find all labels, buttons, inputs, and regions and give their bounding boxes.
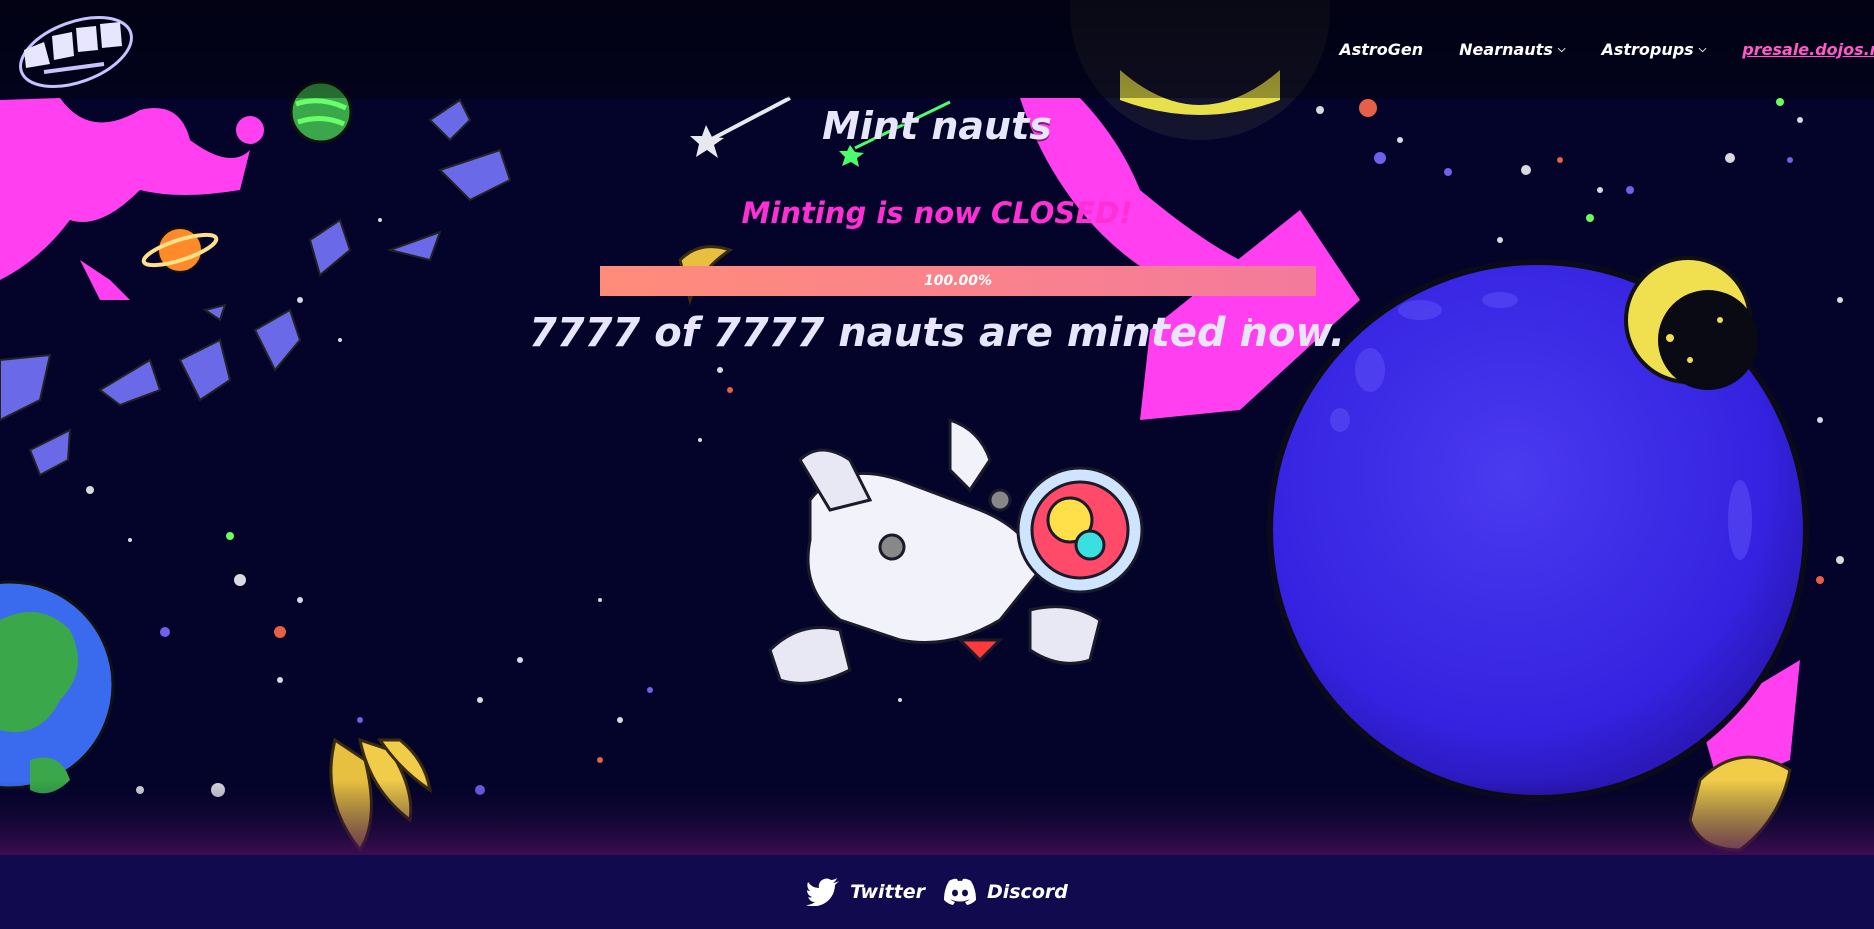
nav-nearnauts[interactable]: Nearnauts ⌵ (1459, 40, 1565, 59)
site-footer: Twitter Discord (0, 855, 1874, 929)
mint-progress-bar: 100.00% (600, 266, 1316, 296)
minted-count: 7777 of 7777 nauts are minted now. (528, 310, 1346, 356)
twitter-label: Twitter (850, 881, 925, 903)
discord-label: Discord (986, 881, 1068, 903)
discord-icon (943, 878, 976, 905)
nav-astropups[interactable]: Astropups ⌵ (1601, 40, 1706, 59)
minting-status: Minting is now CLOSED! (741, 196, 1133, 230)
nav-astrogen-label: AstroGen (1339, 39, 1424, 59)
page-title: Mint nauts (822, 104, 1052, 148)
twitter-link[interactable]: Twitter (806, 878, 925, 906)
astronaut-illustration (768, 417, 1144, 685)
nav-nearnauts-label: Nearnauts (1459, 39, 1553, 59)
discord-link[interactable]: Discord (943, 878, 1068, 906)
site-header: AstroGen Nearnauts ⌵ Astropups ⌵ presale… (0, 0, 1874, 98)
nav-astrogen[interactable]: AstroGen (1339, 40, 1423, 59)
twitter-icon (806, 878, 840, 906)
main-nav: AstroGen Nearnauts ⌵ Astropups ⌵ presale… (1339, 34, 1874, 64)
chevron-down-icon: ⌵ (1698, 43, 1707, 55)
presale-link[interactable]: presale.dojos.ne (1742, 40, 1874, 59)
nearnauts-logo[interactable] (14, 6, 138, 94)
mint-progress-fill: 100.00% (600, 266, 1316, 296)
mint-progress-label: 100.00% (923, 273, 993, 289)
nav-astropups-label: Astropups (1601, 39, 1694, 59)
chevron-down-icon: ⌵ (1557, 43, 1566, 55)
